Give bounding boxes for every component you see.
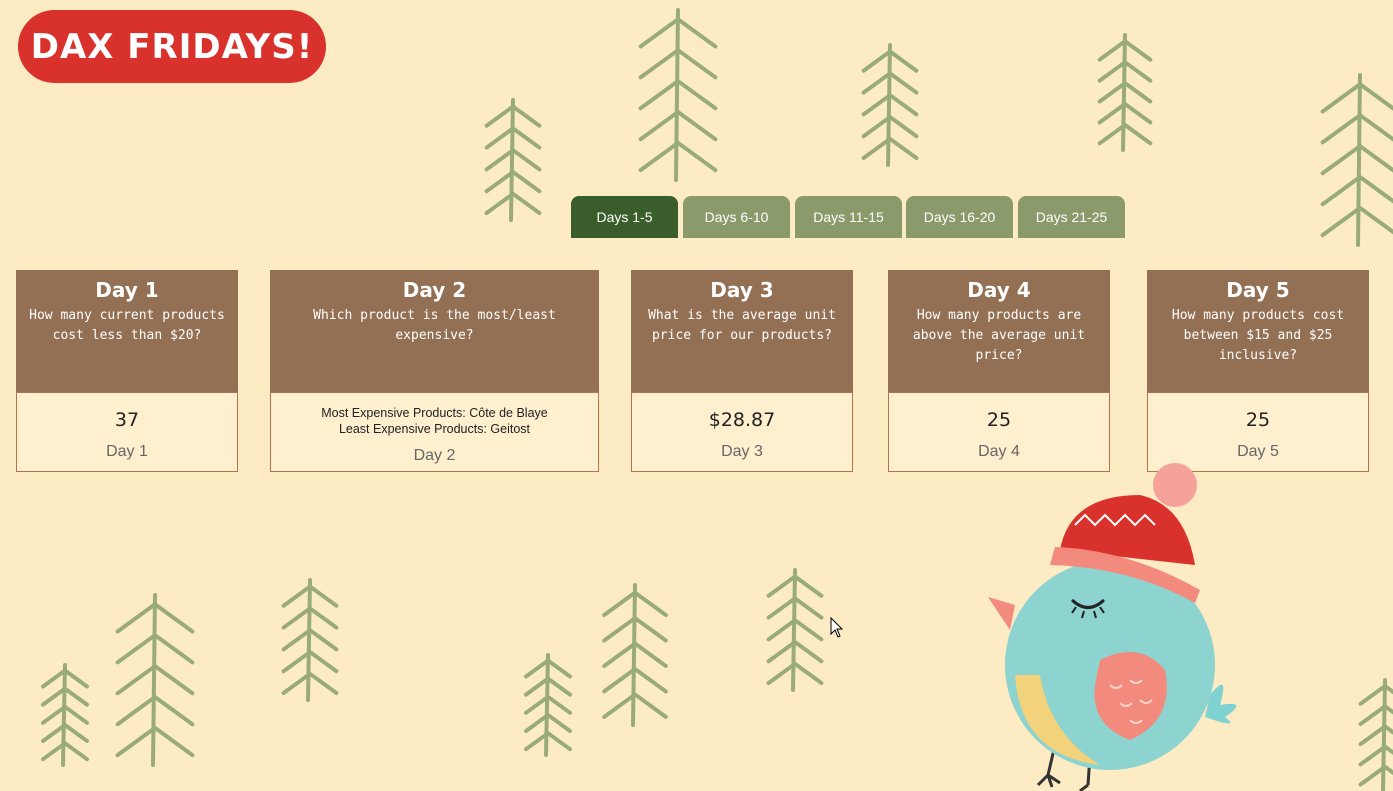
card-question: How many products are above the average … — [912, 308, 1086, 363]
pine-tree-icon — [41, 663, 89, 767]
card-day-3: Day 3 What is the average unit price for… — [631, 270, 853, 472]
card-title: Day 5 — [1226, 278, 1290, 302]
tab-days-6-10[interactable]: Days 6-10 — [683, 196, 790, 238]
card-value-multiline: Most Expensive Products: Côte de Blaye L… — [271, 405, 598, 437]
pine-tree-icon — [766, 568, 824, 692]
card-day-5: Day 5 How many products cost between $15… — [1147, 270, 1369, 472]
card-question: What is the average unit price for our p… — [648, 308, 836, 343]
least-expensive-line: Least Expensive Products: Geitost — [338, 422, 531, 436]
card-title: Day 1 — [95, 278, 159, 302]
pine-tree-icon — [602, 583, 668, 727]
day-range-tabs: Days 1-5 Days 6-10 Days 11-15 Days 16-20… — [0, 196, 1393, 238]
card-header: Day 5 How many products cost between $15… — [1147, 270, 1369, 392]
pine-tree-icon — [1358, 678, 1393, 791]
card-footer-label: Day 2 — [413, 447, 456, 464]
tab-days-11-15[interactable]: Days 11-15 — [795, 196, 902, 238]
page-title: DAX FRIDAYS! — [18, 10, 326, 83]
card-title: Day 2 — [402, 278, 467, 302]
most-expensive-line: Most Expensive Products: Côte de Blaye — [321, 406, 548, 420]
card-footer-label: Day 1 — [106, 443, 148, 460]
card-question: How many current products cost less than… — [29, 308, 225, 343]
card-header: Day 4 How many products are above the av… — [888, 270, 1110, 392]
pine-tree-icon — [638, 8, 718, 182]
card-value: 25 — [1245, 409, 1271, 431]
card-result: Most Expensive Products: Côte de Blaye L… — [270, 392, 599, 472]
card-result: $28.87 Day 3 — [631, 392, 853, 472]
card-day-1: Day 1 How many current products cost les… — [16, 270, 238, 472]
card-day-4: Day 4 How many products are above the av… — [888, 270, 1110, 472]
pine-tree-icon — [524, 653, 572, 757]
card-footer-label: Day 3 — [721, 443, 763, 460]
pine-tree-icon — [1097, 33, 1153, 152]
card-value: $28.87 — [708, 409, 776, 431]
card-header: Day 2 Which product is the most/least ex… — [270, 270, 599, 392]
card-day-2: Day 2 Which product is the most/least ex… — [270, 270, 599, 472]
card-result: 37 Day 1 — [16, 392, 238, 472]
bird-with-hat-icon — [988, 463, 1237, 791]
card-question: Which product is the most/least expensiv… — [313, 308, 556, 343]
mouse-cursor-icon — [830, 617, 844, 638]
pine-tree-icon — [115, 593, 195, 767]
card-value: 25 — [986, 409, 1012, 431]
card-title: Day 4 — [967, 278, 1031, 302]
tab-days-21-25[interactable]: Days 21-25 — [1018, 196, 1125, 238]
pine-tree-icon — [861, 43, 919, 167]
card-value: 37 — [114, 409, 140, 431]
card-header: Day 1 How many current products cost les… — [16, 270, 238, 392]
pine-tree-icon — [281, 578, 339, 702]
card-question: How many products cost between $15 and $… — [1171, 308, 1345, 363]
tab-days-1-5[interactable]: Days 1-5 — [571, 196, 678, 238]
tab-days-16-20[interactable]: Days 16-20 — [906, 196, 1013, 238]
card-header: Day 3 What is the average unit price for… — [631, 270, 853, 392]
card-title: Day 3 — [710, 278, 774, 302]
